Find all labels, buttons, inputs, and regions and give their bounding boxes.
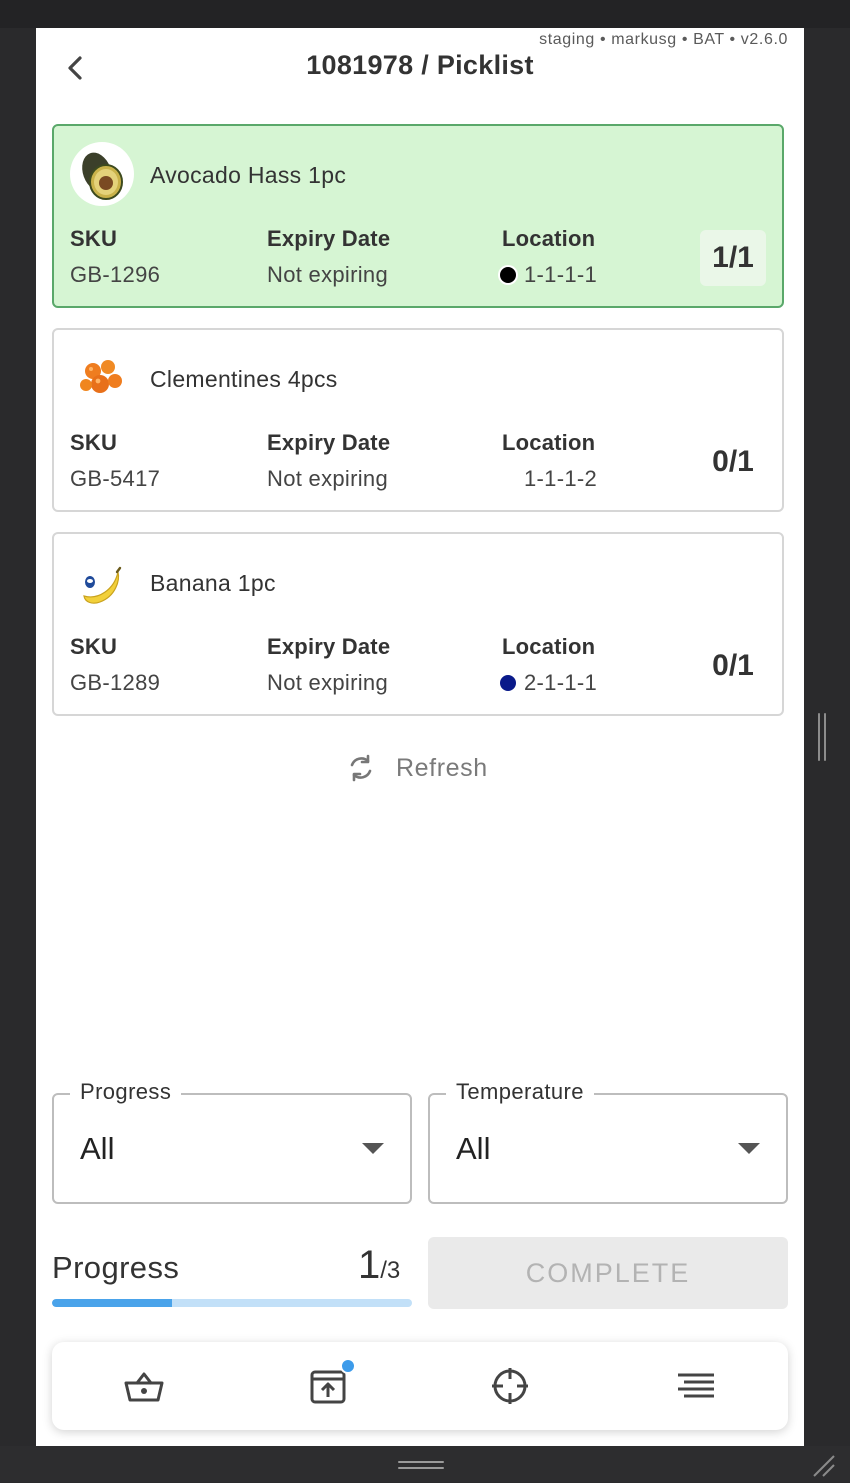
picklist-item[interactable]: Clementines 4pcs SKU Expiry Date Locatio… <box>52 328 784 512</box>
location-label: Location <box>502 226 596 251</box>
bottom-navigation <box>52 1342 788 1430</box>
picklist-item[interactable]: Banana 1pc SKU Expiry Date Location GB-1… <box>52 532 784 716</box>
picked-count: 0/1 <box>712 649 754 682</box>
location-label: Location <box>502 430 596 455</box>
location-code: 1-1-1-1 <box>524 262 598 287</box>
location-value: 1-1-1-1 <box>500 262 597 288</box>
app-screen: staging • markusg • BAT • v2.6.0 1081978… <box>36 28 804 1446</box>
sku-label: SKU <box>70 430 118 455</box>
resize-grip-icon[interactable] <box>810 1452 836 1478</box>
expiry-label: Expiry Date <box>267 226 391 251</box>
location-dot-icon <box>500 675 516 691</box>
crosshair-icon <box>492 1368 528 1404</box>
sku-value: GB-1289 <box>70 670 161 695</box>
temperature-filter-select[interactable]: Temperature All <box>428 1079 788 1204</box>
location-value: 2-1-1-1 <box>500 670 597 696</box>
progress-filter-select[interactable]: Progress All <box>52 1079 412 1204</box>
product-image-clementines <box>70 346 134 410</box>
location-code: 2-1-1-1 <box>524 670 598 695</box>
expiry-value: Not expiring <box>267 262 388 287</box>
nav-scan[interactable] <box>488 1364 532 1408</box>
location-dot-icon <box>500 267 516 283</box>
progress-filter-label: Progress <box>70 1079 182 1105</box>
window-top-bar <box>0 0 850 28</box>
notification-badge <box>340 1358 356 1374</box>
progress-bar-fill <box>52 1299 172 1307</box>
picked-count: 0/1 <box>712 445 754 478</box>
dropdown-caret-icon <box>362 1143 384 1154</box>
refresh-button[interactable]: Refresh <box>346 748 488 788</box>
temperature-filter-label: Temperature <box>446 1079 594 1105</box>
product-image-avocado <box>70 142 134 206</box>
environment-label: staging • markusg • BAT • v2.6.0 <box>539 31 788 48</box>
nav-outbox[interactable] <box>306 1358 356 1408</box>
product-image-banana <box>70 550 134 614</box>
sku-value: GB-1296 <box>70 262 161 287</box>
location-value: 1-1-1-2 <box>500 466 597 492</box>
progress-label: Progress <box>52 1250 180 1285</box>
nav-menu[interactable] <box>674 1364 718 1408</box>
sku-label: SKU <box>70 634 118 659</box>
dropdown-caret-icon <box>738 1143 760 1154</box>
menu-lines-icon <box>678 1373 714 1398</box>
bottom-drag-handle[interactable] <box>398 1461 444 1471</box>
side-drag-handle[interactable] <box>818 713 828 761</box>
location-code: 1-1-1-2 <box>524 466 598 491</box>
progress-bar <box>52 1299 412 1307</box>
progress-count: 1/3 <box>358 1243 400 1288</box>
progress-total: /3 <box>380 1257 401 1284</box>
refresh-icon <box>350 754 372 782</box>
item-name: Banana 1pc <box>150 570 276 596</box>
complete-button[interactable]: COMPLETE <box>428 1237 788 1309</box>
item-name: Avocado Hass 1pc <box>150 162 347 188</box>
page-title: 1081978 / Picklist <box>306 50 534 80</box>
nav-basket[interactable] <box>122 1364 166 1408</box>
basket-icon <box>124 1372 164 1402</box>
expiry-label: Expiry Date <box>267 430 391 455</box>
expiry-value: Not expiring <box>267 670 388 695</box>
progress-filter-value: All <box>80 1131 115 1166</box>
temperature-filter-value: All <box>456 1131 491 1166</box>
picklist-item[interactable]: Avocado Hass 1pc SKU Expiry Date Locatio… <box>52 124 784 308</box>
expiry-value: Not expiring <box>267 466 388 491</box>
expiry-label: Expiry Date <box>267 634 391 659</box>
progress-done: 1 <box>358 1243 381 1287</box>
refresh-label: Refresh <box>396 753 488 782</box>
location-dot-icon <box>500 471 516 487</box>
sku-label: SKU <box>70 226 118 251</box>
picked-count: 1/1 <box>700 230 766 286</box>
item-name: Clementines 4pcs <box>150 366 338 392</box>
location-label: Location <box>502 634 596 659</box>
sku-value: GB-5417 <box>70 466 161 491</box>
